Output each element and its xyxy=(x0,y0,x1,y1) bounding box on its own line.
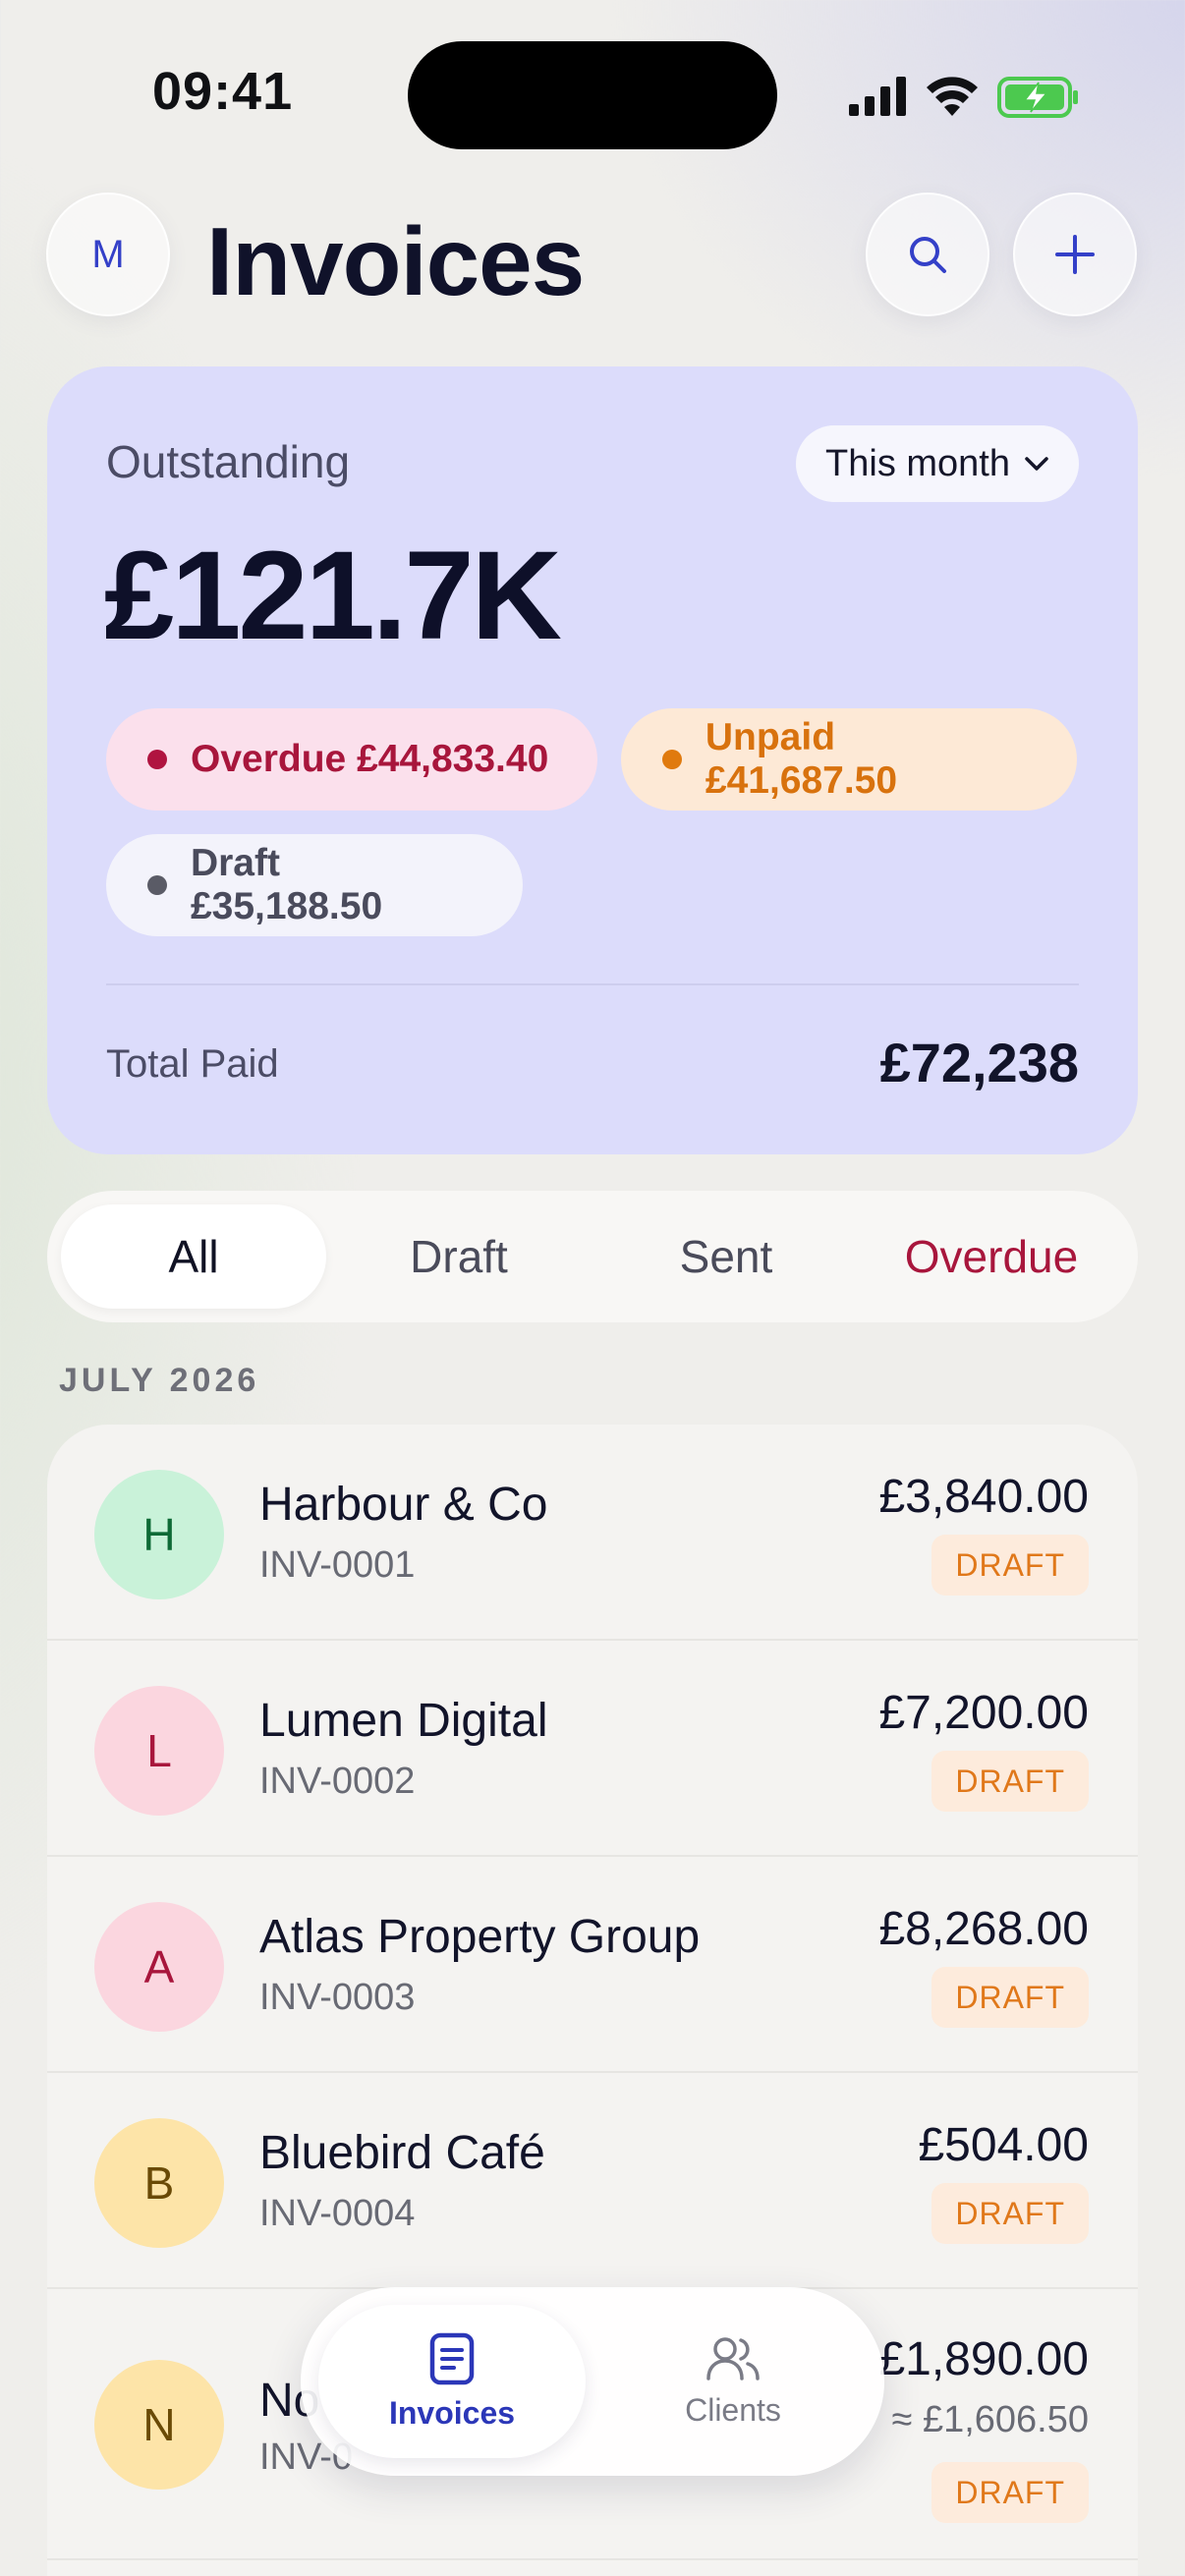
filter-tabs: All Draft Sent Overdue xyxy=(47,1191,1138,1322)
tab-clients-label: Clients xyxy=(685,2391,781,2428)
client-avatar: H xyxy=(94,1470,224,1599)
client-avatar: B xyxy=(94,2118,224,2248)
invoice-amount: £8,268.00 xyxy=(878,1903,1089,1955)
invoice-number: INV-0003 xyxy=(259,1977,416,2018)
status-badge: DRAFT xyxy=(931,2183,1089,2244)
tab-invoices[interactable]: Invoices xyxy=(318,2305,586,2458)
search-button[interactable] xyxy=(866,193,989,316)
page-title: Invoices xyxy=(206,207,585,315)
bottom-tab-bar: Invoices Clients xyxy=(301,2287,884,2476)
converted-amount: ≈ £1,606.50 xyxy=(891,2399,1089,2440)
invoice-amount: £7,200.00 xyxy=(878,1687,1089,1739)
chevron-down-icon xyxy=(1025,457,1048,471)
invoice-amount: £504.00 xyxy=(918,2119,1089,2171)
status-badge: DRAFT xyxy=(931,1751,1089,1812)
client-avatar: N xyxy=(94,2360,224,2490)
battery-charging-icon xyxy=(997,77,1078,118)
status-bar: 09:41 xyxy=(0,0,1185,187)
client-name: Bluebird Café xyxy=(259,2127,545,2179)
cellular-signal-icon xyxy=(849,77,906,116)
tab-overdue[interactable]: Overdue xyxy=(859,1204,1124,1309)
dynamic-island xyxy=(408,41,777,149)
outstanding-total: £121.7K xyxy=(104,526,562,666)
total-paid-value: £72,238 xyxy=(879,1032,1079,1093)
status-badge: DRAFT xyxy=(931,1535,1089,1596)
invoice-number: INV-0004 xyxy=(259,2193,416,2234)
invoice-number: INV-0001 xyxy=(259,1544,416,1586)
add-invoice-button[interactable] xyxy=(1013,193,1137,316)
overdue-dot-icon xyxy=(147,750,167,769)
list-item[interactable]: A Atlas Property Group INV-0003 £8,268.0… xyxy=(47,1857,1138,2073)
tab-all[interactable]: All xyxy=(61,1204,326,1309)
overdue-pill-label: Overdue £44,833.40 xyxy=(191,738,549,780)
plus-icon xyxy=(1055,235,1095,274)
list-item[interactable]: H Harbour & Co INV-0001 £3,840.00 DRAFT xyxy=(47,1425,1138,1641)
invoice-number: INV-0002 xyxy=(259,1761,416,1802)
status-time: 09:41 xyxy=(152,62,294,121)
unpaid-dot-icon xyxy=(662,750,682,769)
client-name: Harbour & Co xyxy=(259,1479,548,1531)
client-name: Lumen Digital xyxy=(259,1695,548,1747)
status-badge: DRAFT xyxy=(931,2462,1089,2523)
tab-clients[interactable]: Clients xyxy=(599,2305,867,2458)
tab-sent[interactable]: Sent xyxy=(593,1204,859,1309)
client-avatar: L xyxy=(94,1686,224,1816)
outstanding-summary-card: Outstanding This month £121.7K Overdue £… xyxy=(47,366,1138,1154)
invoice-amount: £1,890.00 xyxy=(878,2333,1089,2385)
period-selector-label: This month xyxy=(825,442,1010,484)
section-header: JULY 2026 xyxy=(59,1362,260,1399)
invoice-amount: £3,840.00 xyxy=(878,1471,1089,1523)
client-name: Atlas Property Group xyxy=(259,1911,701,1963)
divider xyxy=(106,983,1079,985)
overdue-pill[interactable]: Overdue £44,833.40 xyxy=(106,708,597,811)
avatar[interactable]: M xyxy=(46,193,170,316)
document-icon xyxy=(429,2332,475,2384)
tab-draft[interactable]: Draft xyxy=(326,1204,592,1309)
draft-pill[interactable]: Draft £35,188.50 xyxy=(106,834,523,936)
draft-dot-icon xyxy=(147,875,167,895)
draft-pill-label: Draft £35,188.50 xyxy=(190,842,383,927)
wifi-icon xyxy=(927,77,978,116)
client-avatar: A xyxy=(94,1902,224,2032)
header: M Invoices xyxy=(0,193,1185,320)
unpaid-pill[interactable]: Unpaid £41,687.50 xyxy=(621,708,1077,811)
tab-invoices-label: Invoices xyxy=(388,2394,516,2431)
status-badge: DRAFT xyxy=(931,1967,1089,2028)
list-item[interactable]: L Lumen Digital INV-0002 £7,200.00 DRAFT xyxy=(47,1641,1138,1857)
search-icon xyxy=(910,237,946,273)
list-item[interactable]: B Bluebird Café INV-0004 £504.00 DRAFT xyxy=(47,2073,1138,2289)
period-selector[interactable]: This month xyxy=(796,425,1079,502)
unpaid-pill-label: Unpaid £41,687.50 xyxy=(705,716,898,802)
users-icon xyxy=(706,2336,760,2380)
total-paid-label: Total Paid xyxy=(106,1042,279,1086)
outstanding-label: Outstanding xyxy=(106,436,351,487)
